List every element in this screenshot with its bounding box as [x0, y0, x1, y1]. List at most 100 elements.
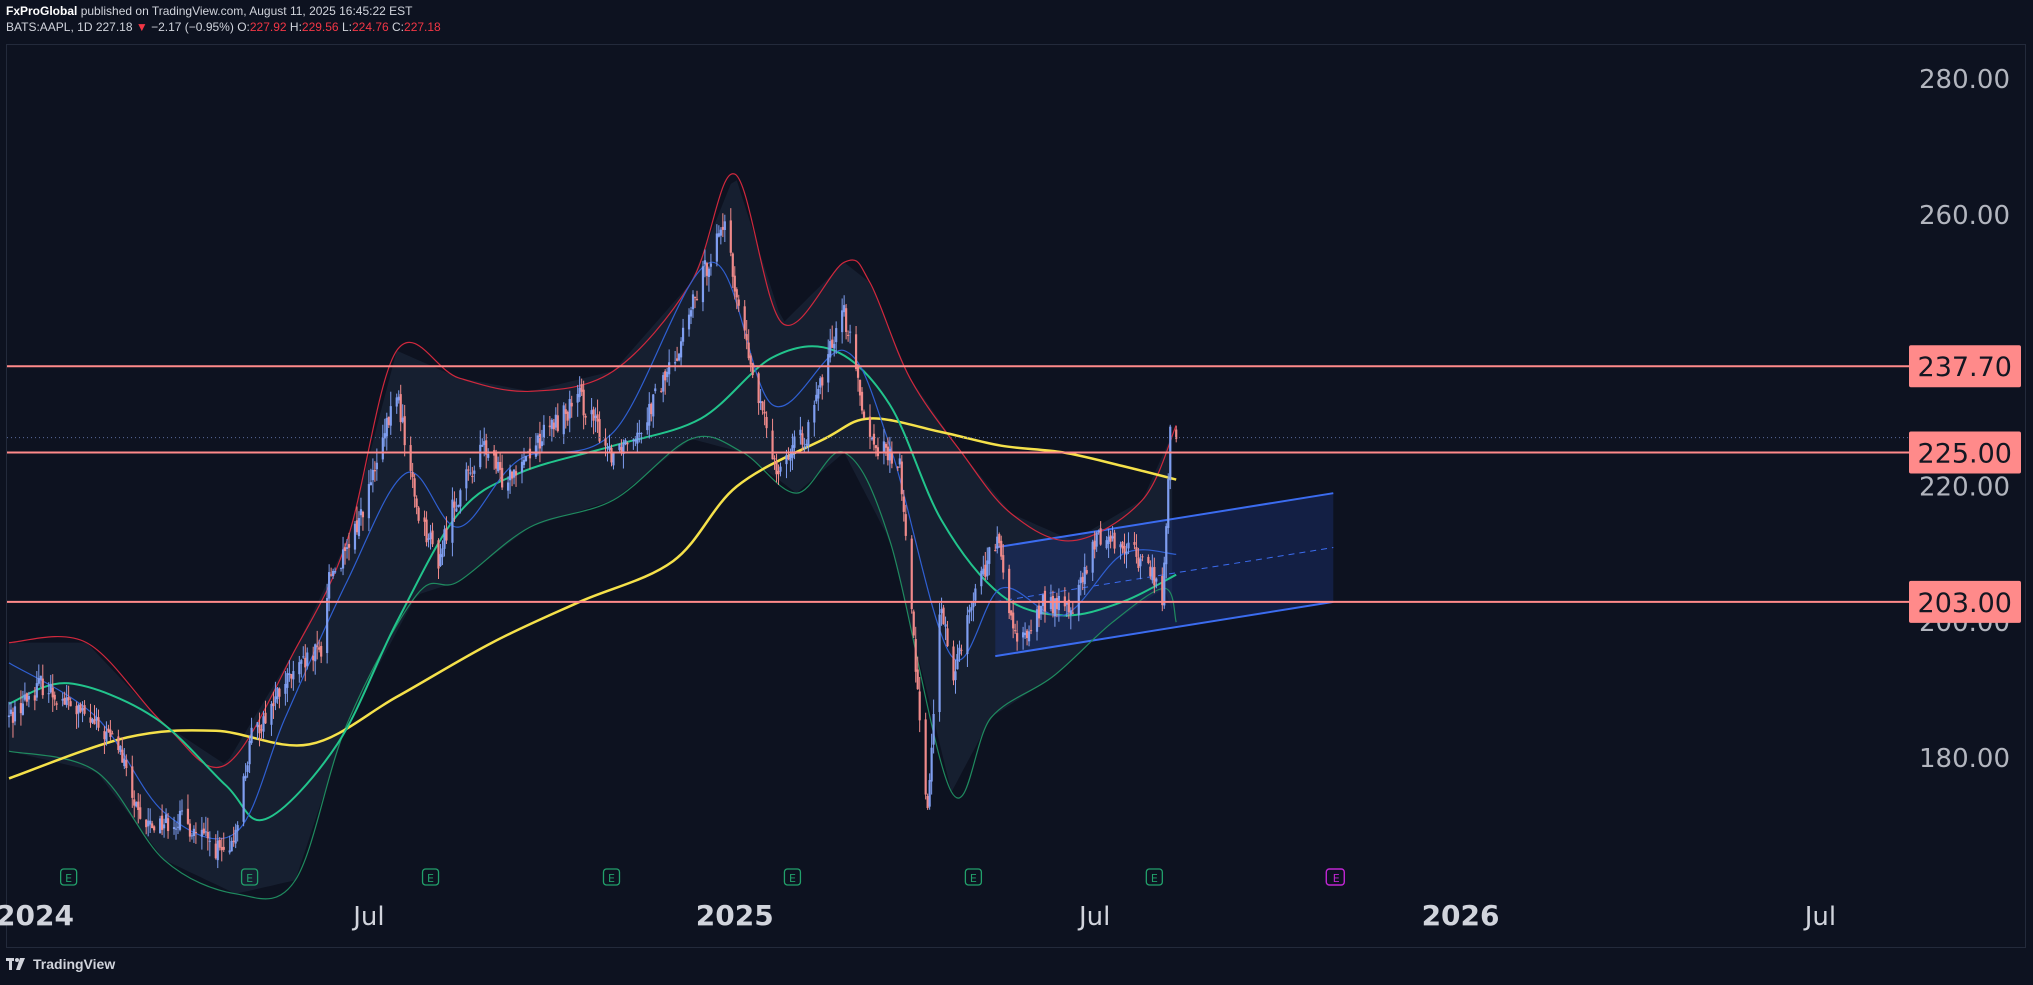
candle-body	[632, 439, 635, 441]
candle-body	[872, 433, 876, 445]
candle-body	[705, 263, 709, 276]
candle-body	[1027, 631, 1031, 642]
candle-body	[773, 458, 776, 460]
candle-body	[487, 454, 490, 458]
candle-body	[1153, 566, 1156, 586]
candle-body	[246, 765, 249, 772]
candle-body	[439, 554, 442, 566]
candle-body	[284, 683, 287, 694]
candle-body	[664, 371, 667, 381]
candle-body	[982, 568, 985, 575]
candle-body	[109, 729, 112, 737]
candle-body	[1010, 610, 1013, 616]
candle-body	[1002, 555, 1005, 573]
candle-body	[278, 688, 281, 697]
candle-body	[882, 441, 886, 453]
candle-body	[481, 444, 484, 447]
candle-body	[123, 758, 126, 767]
candle-body	[566, 411, 569, 421]
candle-body	[218, 840, 221, 848]
candle-body	[636, 432, 639, 444]
earnings-marker-label: E	[789, 872, 796, 885]
time-axis-label: Jul	[351, 902, 384, 932]
candle-body	[1083, 566, 1086, 585]
candle-body	[119, 745, 122, 752]
candle-body	[431, 530, 434, 545]
candle-body	[375, 462, 378, 470]
candle-body	[938, 614, 941, 713]
candle-body	[592, 409, 595, 421]
candle-body	[1016, 633, 1019, 642]
candle-body	[506, 482, 510, 491]
candle-body	[385, 418, 388, 437]
candle-body	[890, 452, 893, 464]
candle-body	[1069, 610, 1072, 615]
candle-body	[345, 547, 349, 549]
candle-body	[552, 422, 555, 430]
candle-body	[556, 415, 559, 432]
candle-body	[355, 520, 359, 533]
candle-body	[79, 704, 82, 712]
candle-body	[501, 467, 504, 488]
candle-body	[443, 529, 446, 549]
earnings-marker-label: E	[608, 872, 615, 885]
candle-body	[986, 560, 989, 577]
candle-body	[343, 547, 347, 552]
candle-body	[298, 662, 301, 675]
earnings-marker-label: E	[246, 872, 253, 885]
candle-body	[222, 846, 225, 850]
candle-body	[427, 538, 430, 540]
candle-body	[749, 355, 752, 365]
candle-body	[389, 406, 392, 426]
candle-body	[153, 826, 156, 831]
candle-body	[176, 826, 180, 828]
candle-body	[707, 268, 711, 277]
time-axis-label: 2025	[696, 899, 774, 932]
candle-body	[914, 639, 917, 672]
candle-body	[787, 457, 790, 460]
candle-body	[1125, 551, 1128, 555]
price-axis-tick: 220.00	[1919, 472, 2010, 502]
candle-body	[453, 501, 456, 508]
candle-body	[538, 433, 542, 449]
candle-body	[954, 671, 957, 681]
candle-body	[1008, 568, 1011, 614]
level-price-label: 237.70	[1918, 352, 2012, 383]
candle-body	[1123, 545, 1126, 553]
candle-body	[367, 484, 370, 519]
candle-body	[803, 446, 806, 448]
candle-body	[131, 766, 134, 798]
candle-body	[528, 448, 532, 459]
candle-body	[465, 469, 468, 489]
candle-body	[306, 652, 309, 666]
candle-body	[381, 437, 384, 460]
candle-body	[276, 687, 279, 700]
candle-body	[262, 716, 265, 732]
candle-body	[21, 703, 25, 715]
candle-body	[204, 831, 207, 833]
candle-body	[568, 399, 571, 419]
candle-body	[900, 461, 903, 495]
candle-body	[192, 828, 196, 837]
candle-body	[234, 829, 237, 844]
candle-body	[1147, 556, 1150, 564]
candle-body	[902, 496, 905, 512]
candle-body	[715, 233, 718, 262]
tradingview-logo[interactable]: TradingView	[6, 956, 115, 972]
candle-body	[1167, 479, 1170, 528]
candle-body	[286, 673, 289, 688]
candle-body	[19, 703, 23, 714]
candle-body	[604, 438, 607, 446]
earnings-marker-label: E	[65, 872, 72, 885]
candle-body	[399, 394, 402, 423]
candle-body	[107, 728, 110, 732]
candle-body	[455, 508, 458, 512]
candle-body	[137, 801, 140, 811]
price-chart[interactable]: 280.00260.00220.00200.00180.00237.70225.…	[0, 0, 2033, 985]
candle-body	[1049, 597, 1053, 610]
candle-body	[928, 780, 931, 807]
candle-body	[75, 705, 78, 715]
candle-body	[65, 697, 68, 706]
candle-body	[638, 433, 641, 435]
candle-body	[483, 441, 486, 445]
